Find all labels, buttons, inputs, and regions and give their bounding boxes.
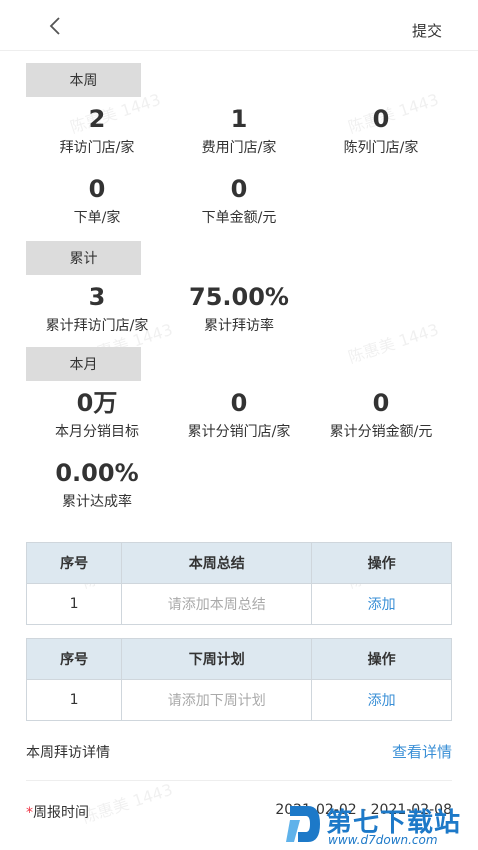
stat-label: 累计分销金额/元 [329,424,433,440]
stat-distribution-amount: 0 累计分销金额/元 [306,388,456,442]
stat-label: 累计分销门店/家 [187,424,291,440]
stat-cumulative-visits: 3 累计拜访门店/家 [22,282,172,336]
stat-value: 3 [88,283,106,311]
action-cell: 添加 [311,679,452,721]
stat-visited-stores: 2 拜访门店/家 [22,104,172,158]
stat-orders: 0 下单/家 [22,174,172,228]
next-week-plan-table: 序号 下周计划 操作 1 请添加下周计划 添加 [25,638,452,721]
stat-monthly-target: 0万 本月分销目标 [22,388,172,442]
action-cell: 添加 [311,583,452,625]
report-time-label: *周报时间 [26,802,89,822]
back-button[interactable] [44,14,68,38]
stat-value: 0.00% [55,459,139,487]
stat-label: 费用门店/家 [201,140,277,156]
submit-button[interactable]: 提交 [412,20,442,41]
table-row: 1 请添加本周总结 添加 [25,583,452,625]
weekly-report-page: 陈惠美 1443 陈惠美 1443 陈惠美 1443 陈惠美 1443 陈惠美 … [0,0,478,850]
stat-value: 1 [230,105,248,133]
watermark: 陈惠美 1443 [345,319,441,367]
stat-order-amount: 0 下单金额/元 [164,174,314,228]
column-header-summary: 本周总结 [121,542,313,584]
row-index: 1 [25,679,123,721]
summary-placeholder[interactable]: 请添加本周总结 [121,583,313,625]
stat-cumulative-visit-rate: 75.00% 累计拜访率 [164,282,314,336]
stat-label: 累计拜访率 [204,318,274,334]
weekly-summary-table: 序号 本周总结 操作 1 请添加本周总结 添加 [25,542,452,625]
stat-value: 0 [230,175,248,203]
add-summary-link[interactable]: 添加 [368,597,396,613]
stat-value: 75.00% [189,283,289,311]
visit-details-label: 本周拜访详情 [26,745,110,761]
stat-value: 2 [88,105,106,133]
chevron-left-icon [49,17,60,35]
stat-label: 下单/家 [73,210,121,226]
required-mark: * [26,805,33,821]
top-bar: 提交 [0,0,478,51]
d7-logo-icon [286,806,320,842]
stat-value: 0万 [76,389,118,417]
stat-label: 下单金额/元 [201,210,277,226]
table-header-row: 序号 下周计划 操作 [25,638,452,680]
column-header-index: 序号 [25,542,123,584]
stat-expense-stores: 1 费用门店/家 [164,104,314,158]
column-header-action: 操作 [311,542,452,584]
stat-value: 0 [372,105,390,133]
report-time-label-text: 周报时间 [33,805,89,821]
section-tag-week: 本周 [26,63,141,97]
stat-value: 0 [88,175,106,203]
table-row: 1 请添加下周计划 添加 [25,679,452,721]
table-header-row: 序号 本周总结 操作 [25,542,452,584]
stat-label: 本月分销目标 [55,424,139,440]
stat-label: 累计达成率 [62,494,132,510]
plan-placeholder[interactable]: 请添加下周计划 [121,679,313,721]
section-tag-cumulative: 累计 [26,241,141,275]
column-header-action: 操作 [311,638,452,680]
stat-value: 0 [230,389,248,417]
column-header-plan: 下周计划 [121,638,313,680]
stat-achievement-rate: 0.00% 累计达成率 [22,458,172,512]
section-tag-month: 本月 [26,347,141,381]
add-plan-link[interactable]: 添加 [368,693,396,709]
column-header-index: 序号 [25,638,123,680]
stat-display-stores: 0 陈列门店/家 [306,104,456,158]
stat-label: 拜访门店/家 [59,140,135,156]
stat-value: 0 [372,389,390,417]
site-badge: 第七下载站 www.d7down.com [286,800,474,848]
view-details-link[interactable]: 查看详情 [392,741,452,762]
watermark: 陈惠美 1443 [79,779,175,827]
stat-label: 陈列门店/家 [343,140,419,156]
stat-distribution-stores: 0 累计分销门店/家 [164,388,314,442]
row-index: 1 [25,583,123,625]
stat-label: 累计拜访门店/家 [45,318,149,334]
divider [26,780,452,781]
site-badge-url: www.d7down.com [328,833,438,847]
